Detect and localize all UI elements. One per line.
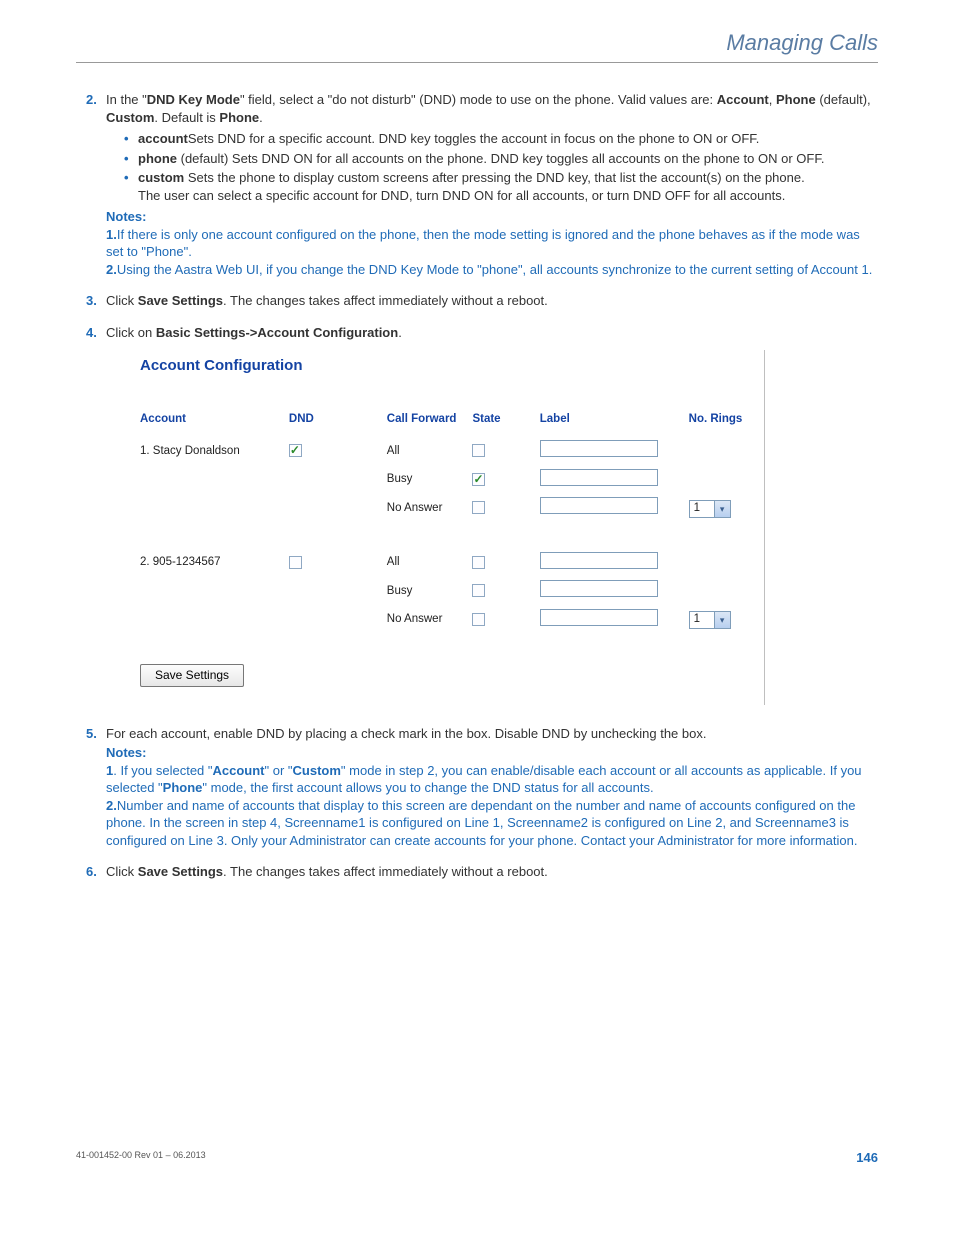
table-row: Busy xyxy=(140,466,756,495)
notes-title: Notes: xyxy=(106,745,146,760)
step-3: 3. Click Save Settings. The changes take… xyxy=(86,292,878,310)
state-noanswer-checkbox-1[interactable] xyxy=(472,501,485,514)
chevron-down-icon: ▾ xyxy=(714,612,730,628)
label-noanswer-input-2[interactable] xyxy=(540,609,658,626)
step-6-number: 6. xyxy=(86,863,97,881)
cf-noanswer-1: No Answer xyxy=(387,494,473,523)
step-4: 4. Click on Basic Settings->Account Conf… xyxy=(86,324,878,705)
label-busy-input-1[interactable] xyxy=(540,469,658,486)
step-2-text: In the "DND Key Mode" field, select a "d… xyxy=(106,92,871,125)
cf-all-1: All xyxy=(387,437,473,466)
state-busy-checkbox-2[interactable] xyxy=(472,584,485,597)
state-busy-checkbox-1[interactable] xyxy=(472,473,485,486)
account-configuration-title: Account Configuration xyxy=(140,356,756,376)
header-state: State xyxy=(472,412,539,438)
cf-noanswer-2: No Answer xyxy=(387,606,473,635)
table-row: 1. Stacy Donaldson All xyxy=(140,437,756,466)
account-name-1: 1. Stacy Donaldson xyxy=(140,437,289,466)
account-configuration-table: Account DND Call Forward State Label No.… xyxy=(140,412,756,635)
step-6: 6. Click Save Settings. The changes take… xyxy=(86,863,878,881)
page-header-title: Managing Calls xyxy=(76,30,878,56)
state-all-checkbox-1[interactable] xyxy=(472,444,485,457)
header-dnd: DND xyxy=(289,412,387,438)
account-name-2: 2. 905-1234567 xyxy=(140,549,289,578)
table-row: No Answer 1 ▾ xyxy=(140,494,756,523)
dnd-checkbox-2[interactable] xyxy=(289,556,302,569)
footer-revision: 41-001452-00 Rev 01 – 06.2013 xyxy=(76,1150,206,1165)
bullet-custom-extra: The user can select a specific account f… xyxy=(138,187,878,205)
label-all-input-2[interactable] xyxy=(540,552,658,569)
header-divider xyxy=(76,62,878,63)
header-account: Account xyxy=(140,412,289,438)
bullet-custom: custom Sets the phone to display custom … xyxy=(124,169,878,204)
table-row: Busy xyxy=(140,577,756,606)
bullet-account: accountSets DND for a specific account. … xyxy=(124,130,878,148)
account-configuration-panel: Account Configuration Account DND Call F… xyxy=(126,350,765,705)
step-3-number: 3. xyxy=(86,292,97,310)
cf-busy-2: Busy xyxy=(387,577,473,606)
step-2-bullets: accountSets DND for a specific account. … xyxy=(124,130,878,204)
step-2-notes: Notes: 1.If there is only one account co… xyxy=(106,208,878,278)
step-2-number: 2. xyxy=(86,91,97,109)
cf-busy-1: Busy xyxy=(387,466,473,495)
step-5-number: 5. xyxy=(86,725,97,743)
header-label: Label xyxy=(540,412,689,438)
dnd-checkbox-1[interactable] xyxy=(289,444,302,457)
footer-page-number: 146 xyxy=(856,1150,878,1165)
notes-title: Notes: xyxy=(106,209,146,224)
header-no-rings: No. Rings xyxy=(689,412,756,438)
step-5-text: For each account, enable DND by placing … xyxy=(106,726,706,741)
table-row: 2. 905-1234567 All xyxy=(140,549,756,578)
cf-all-2: All xyxy=(387,549,473,578)
step-5: 5. For each account, enable DND by placi… xyxy=(86,725,878,850)
step-4-number: 4. xyxy=(86,324,97,342)
chevron-down-icon: ▾ xyxy=(714,501,730,517)
state-noanswer-checkbox-2[interactable] xyxy=(472,613,485,626)
table-row: No Answer 1 ▾ xyxy=(140,606,756,635)
state-all-checkbox-2[interactable] xyxy=(472,556,485,569)
label-noanswer-input-1[interactable] xyxy=(540,497,658,514)
save-settings-button[interactable]: Save Settings xyxy=(140,664,244,686)
step-5-notes: Notes: 1. If you selected "Account" or "… xyxy=(106,744,878,849)
rings-select-2[interactable]: 1 ▾ xyxy=(689,611,731,629)
rings-select-1[interactable]: 1 ▾ xyxy=(689,500,731,518)
bullet-phone: phone (default) Sets DND ON for all acco… xyxy=(124,150,878,168)
header-call-forward: Call Forward xyxy=(387,412,473,438)
label-busy-input-2[interactable] xyxy=(540,580,658,597)
page-footer: 41-001452-00 Rev 01 – 06.2013 146 xyxy=(76,1150,878,1165)
table-header-row: Account DND Call Forward State Label No.… xyxy=(140,412,756,438)
label-all-input-1[interactable] xyxy=(540,440,658,457)
step-2: 2. In the "DND Key Mode" field, select a… xyxy=(86,91,878,278)
